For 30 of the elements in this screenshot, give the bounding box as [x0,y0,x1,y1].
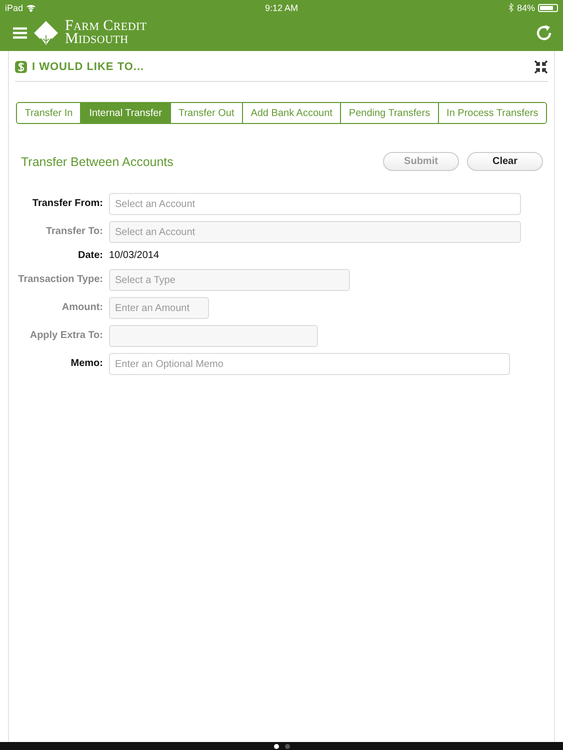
field-label: Date: [76,249,103,263]
battery-percent: 84% [516,2,535,12]
page-dot[interactable] [274,744,278,748]
field-label: Transfer To: [44,225,103,239]
field-label: Amount: [60,301,103,315]
refresh-icon[interactable] [535,24,553,42]
page-dot[interactable] [284,744,290,748]
date-value: 10/03/2014 [109,250,160,262]
leaf-logo-icon [33,20,59,46]
field-label: Transaction Type: [17,273,103,287]
dollar-icon [15,61,27,73]
field-label: Transfer From: [31,197,103,211]
section-title: I WOULD LIKE TO... [32,61,144,73]
logo-text-line: Farm Credit [65,20,147,33]
tab[interactable]: Internal Transfer [80,103,170,123]
wifi-icon [26,4,36,12]
input-field[interactable]: Select an Account [109,193,521,215]
bluetooth-icon [508,3,514,12]
tab[interactable]: In Process Transfers [438,103,546,123]
input-field[interactable]: Enter an Optional Memo [109,353,510,375]
field-label: Apply Extra To: [28,329,103,343]
collapse-icon[interactable] [534,60,548,74]
clear-button[interactable]: Clear [467,152,543,171]
status-time: 9:12 AM [264,2,298,12]
field-label: Memo: [70,357,103,371]
battery-icon [538,4,558,12]
carrier-label: iPad [5,2,24,12]
form-title: Transfer Between Accounts [21,154,174,168]
menu-icon[interactable] [13,27,27,39]
logo-text-line: Midsouth [65,33,130,46]
